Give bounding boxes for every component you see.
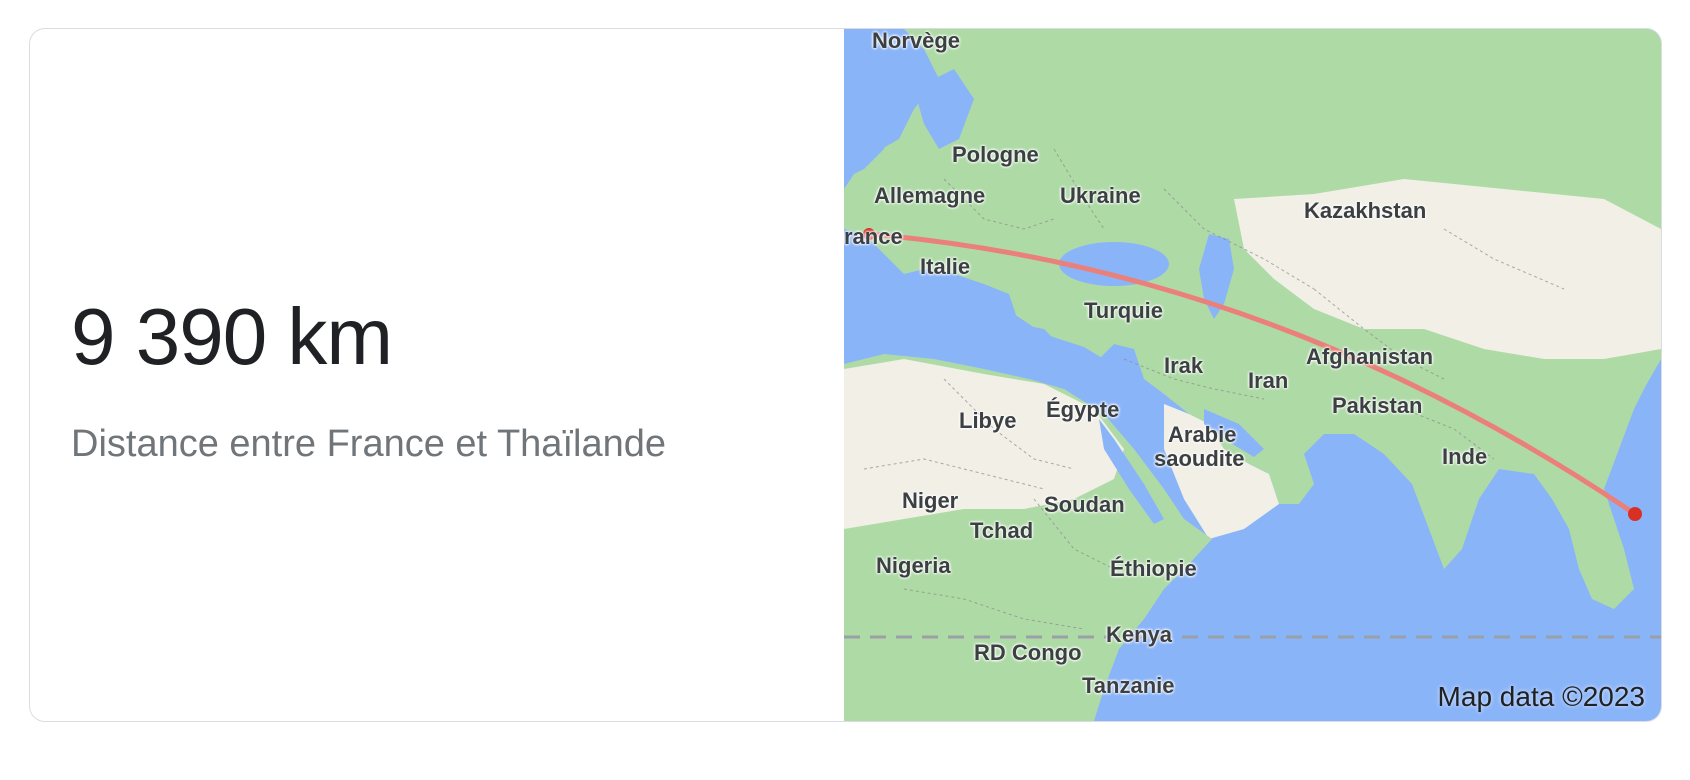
map-attribution[interactable]: Map data ©2023 bbox=[1438, 681, 1645, 713]
map-label-allemagne: Allemagne bbox=[874, 183, 986, 208]
map-label-italie: Italie bbox=[920, 254, 971, 279]
map-label-tanzanie: Tanzanie bbox=[1082, 673, 1175, 698]
map-label-iran: Iran bbox=[1248, 368, 1289, 393]
map-label-rdcongo: RD Congo bbox=[974, 640, 1082, 665]
map-label-nigeria: Nigeria bbox=[876, 553, 951, 578]
map-label-norvege: Norvège bbox=[872, 29, 961, 53]
map-label-saoudite: saoudite bbox=[1154, 446, 1245, 471]
map-label-egypte: Égypte bbox=[1046, 397, 1120, 422]
map-label-afghanistan: Afghanistan bbox=[1306, 344, 1434, 369]
map-label-ukraine: Ukraine bbox=[1060, 183, 1141, 208]
distance-card: 9 390 km Distance entre France et Thaïla… bbox=[29, 28, 1662, 722]
map-label-pologne: Pologne bbox=[952, 142, 1039, 167]
map-label-kenya: Kenya bbox=[1106, 622, 1173, 647]
route-map[interactable]: Norvège Pologne Allemagne Ukraine Kazakh… bbox=[844, 29, 1661, 721]
distance-info-panel: 9 390 km Distance entre France et Thaïla… bbox=[30, 29, 842, 721]
map-label-tchad: Tchad bbox=[970, 518, 1034, 543]
distance-caption: Distance entre France et Thaïlande bbox=[71, 423, 666, 465]
map-label-turquie: Turquie bbox=[1084, 298, 1164, 323]
destination-marker bbox=[1628, 507, 1642, 521]
map-label-inde: Inde bbox=[1442, 444, 1488, 469]
map-label-france: rance bbox=[844, 224, 903, 249]
map-label-ethiopie: Éthiopie bbox=[1110, 556, 1197, 581]
map-label-niger: Niger bbox=[902, 488, 959, 513]
map-label-libye: Libye bbox=[959, 408, 1017, 433]
map-label-irak: Irak bbox=[1164, 353, 1204, 378]
map-label-soudan: Soudan bbox=[1044, 492, 1125, 517]
map-label-pakistan: Pakistan bbox=[1332, 393, 1423, 418]
map-label-arabie: Arabie bbox=[1168, 422, 1237, 447]
distance-value: 9 390 km bbox=[71, 292, 393, 381]
map-label-kazakhstan: Kazakhstan bbox=[1304, 198, 1427, 223]
